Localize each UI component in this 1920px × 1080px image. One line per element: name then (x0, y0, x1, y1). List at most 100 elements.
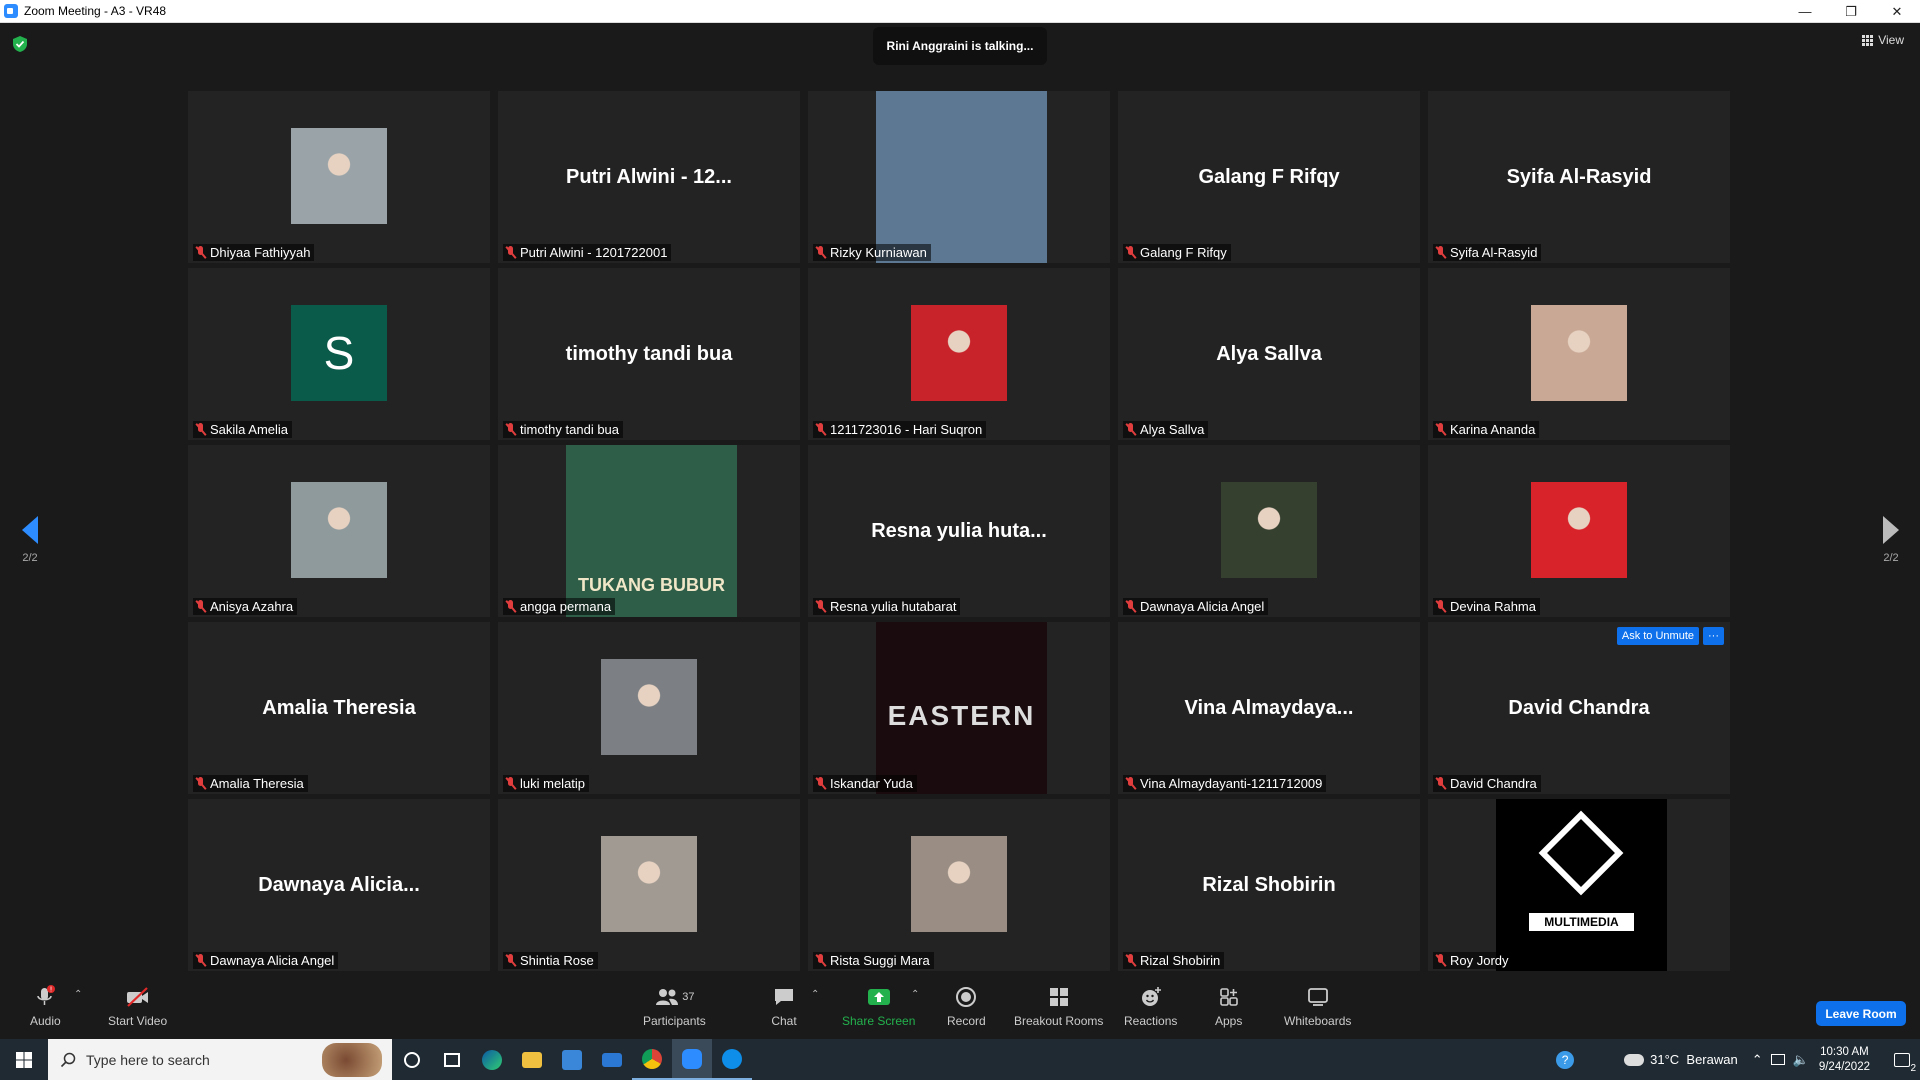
microphone-muted-icon (195, 246, 206, 259)
participant-name-label: Putri Alwini - 1201722001 (503, 244, 672, 261)
participant-display-name: Rizal Shobirin (1202, 873, 1336, 896)
task-view-icon[interactable] (432, 1039, 472, 1080)
network-icon[interactable] (1770, 1054, 1785, 1065)
participant-name-label: Galang F Rifqy (1123, 244, 1231, 261)
participant-display-name: Alya Sallva (1216, 342, 1322, 365)
teamviewer-icon[interactable] (712, 1039, 752, 1080)
participant-tile[interactable]: Dawnaya Alicia... Dawnaya Alicia Angel (188, 799, 490, 971)
mail-icon[interactable] (592, 1039, 632, 1080)
participant-name-label: angga permana (503, 598, 616, 615)
participant-tile[interactable]: Anisya Azahra (188, 445, 490, 617)
participant-name: luki melatip (520, 776, 586, 791)
audio-button[interactable]: ! Audio (30, 985, 61, 1028)
participant-name: Sakila Amelia (210, 422, 289, 437)
audio-options-caret-icon[interactable]: ⌃ (74, 989, 82, 1000)
leave-room-button[interactable]: Leave Room (1816, 1001, 1906, 1026)
windows-start-button[interactable] (0, 1039, 48, 1080)
chrome-icon[interactable] (632, 1039, 672, 1080)
participant-tile[interactable]: Dawnaya Alicia Angel (1118, 445, 1420, 617)
next-page-button[interactable]: 2/2 (1871, 516, 1911, 564)
participant-name: Iskandar Yuda (830, 776, 913, 791)
whiteboards-button[interactable]: Whiteboards (1284, 985, 1351, 1028)
participant-name-label: Resna yulia hutabarat (813, 598, 961, 615)
participant-tile[interactable]: Rizky Kurniawan (808, 91, 1110, 263)
microphone-muted-icon (1125, 600, 1136, 613)
participant-tile[interactable]: David Chandra David Chandra Ask to Unmute ·… (1428, 622, 1730, 794)
participant-tile[interactable]: TUKANG BUBUR angga permana (498, 445, 800, 617)
ask-to-unmute-button[interactable]: Ask to Unmute (1616, 627, 1699, 645)
participant-name: Anisya Azahra (210, 599, 294, 614)
page-indicator-right: 2/2 (1883, 552, 1899, 564)
share-options-caret-icon[interactable]: ⌃ (911, 989, 919, 1000)
chat-options-caret-icon[interactable]: ⌃ (811, 989, 819, 1000)
microphone-muted-icon (815, 423, 826, 436)
view-button[interactable]: View (1862, 33, 1904, 47)
participant-tile[interactable]: Putri Alwini - 12... Putri Alwini - 12017… (498, 91, 800, 263)
participant-tile[interactable]: S Sakila Amelia (188, 268, 490, 440)
participant-name-label: 1211723016 - Hari Suqron (813, 421, 987, 438)
apps-button[interactable]: Apps (1215, 985, 1242, 1028)
help-icon[interactable]: ? (1556, 1050, 1575, 1069)
notification-icon (1894, 1052, 1910, 1067)
participant-profile-photo (911, 836, 1007, 932)
participant-tile[interactable]: Rista Suggi Mara (808, 799, 1110, 971)
microsoft-store-icon[interactable] (552, 1039, 592, 1080)
participant-name-label: Shintia Rose (503, 952, 598, 969)
file-explorer-icon[interactable] (512, 1039, 552, 1080)
previous-page-button[interactable]: 2/2 (10, 516, 50, 564)
participant-display-name: Galang F Rifqy (1198, 165, 1340, 188)
start-video-button[interactable]: Start Video (108, 985, 167, 1028)
participant-tile[interactable]: Rizal Shobirin Rizal Shobirin (1118, 799, 1420, 971)
participant-profile-photo (601, 836, 697, 932)
participant-name: Dawnaya Alicia Angel (210, 953, 335, 968)
participant-tile[interactable]: timothy tandi bua timothy tandi bua (498, 268, 800, 440)
clock[interactable]: 10:30 AM 9/24/2022 (1819, 1045, 1870, 1075)
clock-time: 10:30 AM (1820, 1045, 1869, 1058)
show-hidden-icons-chevron-icon[interactable]: ⌃ (1752, 1052, 1763, 1068)
participant-tile[interactable]: Dhiyaa Fathiyyah (188, 91, 490, 263)
taskbar-search-box[interactable]: Type here to search (48, 1039, 392, 1080)
microphone-muted-icon (195, 954, 206, 967)
participants-button[interactable]: 37 Participants (643, 985, 706, 1028)
restore-button[interactable]: ❐ (1828, 0, 1874, 23)
participant-tile[interactable]: Amalia Theresia Amalia Theresia (188, 622, 490, 794)
participant-tile[interactable]: Vina Almaydaya... Vina Almaydayanti-12117… (1118, 622, 1420, 794)
participant-name-label: Rizky Kurniawan (813, 244, 931, 261)
participant-tile[interactable]: Alya Sallva Alya Sallva (1118, 268, 1420, 440)
edge-browser-icon[interactable] (472, 1039, 512, 1080)
participant-tile[interactable]: 1211723016 - Hari Suqron (808, 268, 1110, 440)
more-options-button[interactable]: ··· (1703, 627, 1724, 645)
participants-label: Participants (643, 1014, 706, 1028)
reactions-button[interactable]: Reactions (1124, 985, 1177, 1028)
participant-tile[interactable]: Karina Ananda (1428, 268, 1730, 440)
weather-text[interactable]: 31°C Berawan (1650, 1052, 1738, 1067)
share-screen-button[interactable]: Share Screen (842, 985, 915, 1028)
cortana-icon[interactable] (392, 1039, 432, 1080)
minimize-button[interactable]: — (1782, 0, 1828, 23)
close-button[interactable]: ✕ (1874, 0, 1920, 23)
participant-video-feed: TUKANG BUBUR (566, 445, 737, 617)
breakout-rooms-button[interactable]: Breakout Rooms (1014, 985, 1103, 1028)
participant-name-label: timothy tandi bua (503, 421, 624, 438)
participant-tile[interactable]: EASTERN Iskandar Yuda (808, 622, 1110, 794)
participant-tile[interactable]: Syifa Al-Rasyid Syifa Al-Rasyid (1428, 91, 1730, 263)
participant-tile[interactable]: Shintia Rose (498, 799, 800, 971)
microphone-muted-icon (1435, 423, 1446, 436)
action-center-button[interactable]: 2 (1884, 1039, 1920, 1080)
participant-tile[interactable]: Resna yulia huta... Resna yulia hutabarat (808, 445, 1110, 617)
participant-video-feed: MULTIMEDIA (1496, 799, 1667, 971)
microphone-muted-icon (505, 246, 516, 259)
participant-name: Devina Rahma (1450, 599, 1536, 614)
participant-tile[interactable]: Devina Rahma (1428, 445, 1730, 617)
record-button[interactable]: Record (947, 985, 986, 1028)
participant-tile[interactable]: Galang F Rifqy Galang F Rifqy (1118, 91, 1420, 263)
participants-count: 37 (682, 991, 695, 1003)
encryption-shield-icon[interactable] (12, 35, 28, 53)
participant-tile[interactable]: luki melatip (498, 622, 800, 794)
volume-icon[interactable]: 🔈 (1793, 1052, 1809, 1068)
participant-name: Karina Ananda (1450, 422, 1536, 437)
participant-tile[interactable]: MULTIMEDIA Roy Jordy (1428, 799, 1730, 971)
chat-button[interactable]: Chat (771, 985, 797, 1028)
window-controls: — ❐ ✕ (1782, 0, 1920, 23)
zoom-taskbar-icon[interactable] (672, 1039, 712, 1080)
